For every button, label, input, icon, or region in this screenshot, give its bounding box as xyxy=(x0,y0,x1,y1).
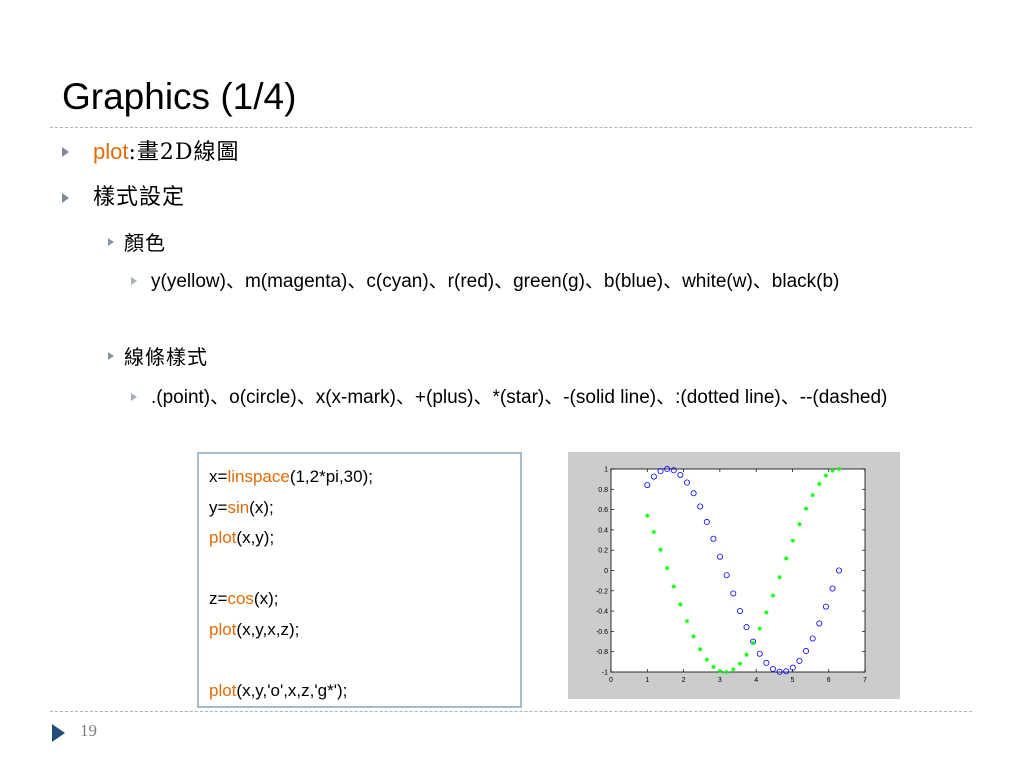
y-tick-label: 0.4 xyxy=(598,527,608,534)
cos-star-marker xyxy=(678,602,683,607)
code-line: plot(x,y,x,z); xyxy=(209,615,510,646)
footer-divider xyxy=(50,711,972,712)
cos-star-marker xyxy=(704,657,710,662)
x-tick-label: 0 xyxy=(609,677,613,684)
y-tick-label: 0.2 xyxy=(598,548,608,555)
cos-star-marker xyxy=(836,466,842,472)
color-heading: 顏色 xyxy=(124,231,166,255)
code-function: sin xyxy=(227,497,250,517)
y-tick-label: 0 xyxy=(604,568,608,575)
bullet-line-style: 線條樣式 xyxy=(108,343,208,371)
bullet-plot: plot:畫2D線圖 xyxy=(62,137,240,168)
code-text: y= xyxy=(209,497,228,517)
footer-arrow-icon xyxy=(52,724,65,742)
y-tick-label: -0.2 xyxy=(596,588,608,595)
style-settings-text: 樣式設定 xyxy=(93,185,186,210)
code-line: x=linspace(1,2*pi,30); xyxy=(209,462,510,493)
code-function: plot xyxy=(209,528,237,547)
y-tick-label: -1 xyxy=(602,670,608,677)
code-function: plot xyxy=(209,680,237,700)
code-line: plot(x,y); xyxy=(209,523,510,554)
cos-star-marker xyxy=(697,646,703,652)
code-text: (x,y); xyxy=(236,528,275,547)
slide-title: Graphics (1/4) xyxy=(62,76,297,117)
plot-area xyxy=(610,468,866,673)
plot-description: :畫2D線圖 xyxy=(128,140,240,165)
color-list-text: y(yellow)、m(magenta)、c(cyan)、r(red)、gree… xyxy=(151,271,840,292)
cos-star-marker xyxy=(790,538,796,543)
x-tick-label: 3 xyxy=(718,677,722,684)
x-tick-label: 7 xyxy=(863,677,867,684)
cos-star-marker xyxy=(770,593,776,598)
cos-star-marker xyxy=(783,556,789,561)
bullet-arrow-icon xyxy=(108,352,114,360)
line-style-heading: 線條樣式 xyxy=(124,345,208,369)
bullet-line-style-list: .(point)、o(circle)、x(x-mark)、+(plus)、*(s… xyxy=(131,381,911,415)
bullet-arrow-icon xyxy=(131,393,137,401)
x-tick-label: 6 xyxy=(827,677,831,684)
y-tick-label: 0.6 xyxy=(598,507,608,514)
code-text: (1,2*pi,30); xyxy=(289,467,373,486)
plot-keyword: plot xyxy=(93,139,129,164)
bullet-arrow-icon xyxy=(131,277,137,285)
bullet-arrow-icon xyxy=(62,193,69,203)
code-text: (x,y,x,z); xyxy=(236,619,300,639)
code-text: x= xyxy=(209,467,228,486)
cos-star-marker xyxy=(750,640,756,646)
cos-star-marker xyxy=(737,661,743,666)
code-line: plot(x,y,'o',x,z,'g*'); xyxy=(209,676,510,707)
code-text: (x); xyxy=(253,589,279,608)
bullet-color-list: y(yellow)、m(magenta)、c(cyan)、r(red)、gree… xyxy=(131,265,911,299)
code-line: z=cos(x); xyxy=(209,584,510,615)
code-text: (x); xyxy=(249,497,274,517)
code-box: x=linspace(1,2*pi,30); y=sin(x); plot(x,… xyxy=(197,452,522,708)
y-tick-label: -0.8 xyxy=(596,649,608,656)
plot-chart: 0 1 2 3 4 5 6 7 -1 -0.8 -0.6 -0.4 -0.2 0 0.2 0.4 0.6 0.8 1 xyxy=(596,466,867,684)
x-tick-label: 1 xyxy=(645,677,649,684)
bullet-arrow-icon xyxy=(62,147,69,157)
y-tick-label: 0.8 xyxy=(598,487,608,494)
code-function: linspace xyxy=(227,467,290,486)
cos-star-marker xyxy=(644,513,650,518)
bullet-plot-text: plot:畫2D線圖 xyxy=(93,137,240,168)
x-tick-label: 4 xyxy=(754,677,758,684)
cos-star-marker xyxy=(724,669,729,675)
y-tick-label: -0.4 xyxy=(596,609,608,616)
page-number: 19 xyxy=(80,721,97,740)
code-line: y=sin(x); xyxy=(209,493,510,524)
x-tick-label: 2 xyxy=(682,677,686,684)
code-text: z= xyxy=(209,589,228,608)
title-divider xyxy=(50,127,972,128)
code-text: (x,y,'o',x,z,'g*'); xyxy=(236,680,348,700)
y-tick-label: -0.6 xyxy=(596,629,608,636)
cos-star-marker xyxy=(717,668,723,674)
plot-figure: 0 1 2 3 4 5 6 7 -1 -0.8 -0.6 -0.4 -0.2 0 0.2 0.4 0.6 0.8 1 xyxy=(568,452,900,699)
cos-star-marker xyxy=(711,664,716,670)
code-function: plot xyxy=(209,619,237,639)
bullet-arrow-icon xyxy=(108,238,114,246)
line-style-list-text: .(point)、o(circle)、x(x-mark)、+(plus)、*(s… xyxy=(151,387,888,408)
code-function: cos xyxy=(227,589,254,608)
bullet-style-settings: 樣式設定 xyxy=(62,183,185,213)
bullet-color: 顏色 xyxy=(108,229,166,257)
y-tick-label: 1 xyxy=(604,467,608,474)
x-tick-label: 5 xyxy=(790,677,794,684)
cos-star-marker xyxy=(777,574,782,580)
